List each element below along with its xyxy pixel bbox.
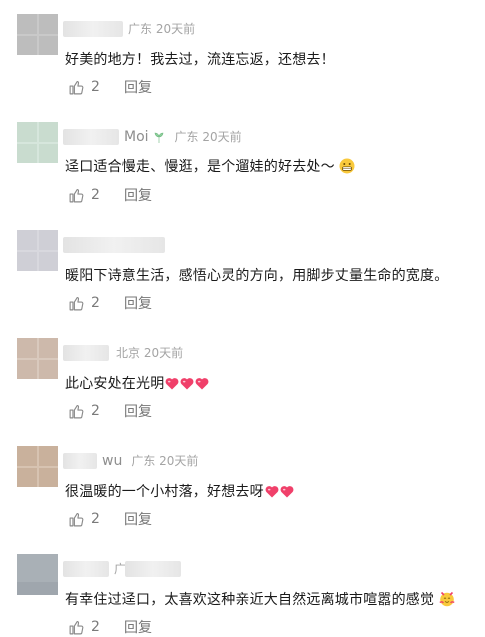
avatar[interactable]	[17, 338, 58, 379]
hug-emoji-icon	[439, 591, 455, 607]
comment-header: wu 广东 20天前	[63, 452, 198, 469]
like-button[interactable]: 2	[68, 619, 124, 636]
comment-header: 广东 20天前	[63, 20, 195, 37]
avatar[interactable]	[17, 230, 58, 271]
like-count: 2	[91, 295, 100, 311]
comment-text-content: 此心安处在光明	[65, 376, 165, 392]
comment-actions: 2 回复	[68, 185, 152, 205]
like-button[interactable]: 2	[68, 403, 124, 420]
comment-header	[63, 236, 165, 253]
like-count: 2	[91, 619, 100, 635]
heart-emoji-icon	[280, 486, 294, 498]
comment-actions: 2 回复	[68, 617, 152, 637]
comment-text: 暖阳下诗意生活，感悟心灵的方向，用脚步丈量生命的宽度。	[65, 268, 449, 284]
avatar[interactable]	[17, 554, 58, 595]
avatar[interactable]	[17, 14, 58, 55]
meta-redacted	[125, 560, 182, 577]
avatar[interactable]	[17, 122, 58, 163]
comment-actions: 2 回复	[68, 293, 152, 313]
comment-text: 很温暖的一个小村落，好想去呀	[65, 481, 294, 501]
comment-actions: 2 回复	[68, 77, 152, 97]
reply-button[interactable]: 回复	[124, 509, 152, 529]
comment-text: 迳口适合慢走、慢逛，是个遛娃的好去处～	[65, 156, 355, 176]
username-redacted[interactable]	[63, 128, 119, 145]
thumbs-up-icon	[69, 296, 84, 310]
heart-emoji-icon	[265, 486, 279, 498]
thumbs-up-icon	[69, 404, 84, 418]
username-redacted[interactable]	[63, 344, 109, 361]
like-count: 2	[91, 511, 100, 527]
like-button[interactable]: 2	[68, 295, 124, 312]
heart-emoji-icon	[180, 378, 194, 390]
like-count: 2	[91, 187, 100, 203]
comment-text: 好美的地方！我去过，流连忘返，还想去！	[65, 52, 335, 68]
comment-text-content: 迳口适合慢走、慢逛，是个遛娃的好去处～	[65, 159, 335, 175]
thumbs-up-icon	[69, 80, 84, 94]
heart-emoji-icon	[195, 378, 209, 390]
avatar[interactable]	[17, 446, 58, 487]
thumbs-up-icon	[69, 620, 84, 634]
like-button[interactable]: 2	[68, 79, 124, 96]
reply-button[interactable]: 回复	[124, 617, 152, 637]
comment-actions: 2 回复	[68, 401, 152, 421]
comment-text-content: 有幸住过迳口，太喜欢这种亲近大自然远离城市喧嚣的感觉	[65, 592, 435, 608]
reply-button[interactable]: 回复	[124, 293, 152, 313]
username-redacted[interactable]	[63, 560, 109, 577]
comment-header: 广	[63, 560, 182, 577]
comment-header: Moi 广东 20天前	[63, 128, 242, 145]
comment-actions: 2 回复	[68, 509, 152, 529]
comment-text-content: 很温暖的一个小村落，好想去呀	[65, 484, 264, 500]
comment-meta: 广东 20天前	[128, 22, 196, 36]
username[interactable]: wu	[102, 453, 122, 469]
grin-emoji-icon	[339, 158, 355, 174]
comment-header: 北京 20天前	[63, 344, 183, 361]
thumbs-up-icon	[69, 188, 84, 202]
comment-text: 有幸住过迳口，太喜欢这种亲近大自然远离城市喧嚣的感觉	[65, 589, 455, 609]
like-count: 2	[91, 79, 100, 95]
like-count: 2	[91, 403, 100, 419]
sprout-icon	[154, 132, 163, 143]
comment-meta: 广东 20天前	[174, 130, 242, 144]
username-redacted[interactable]	[63, 236, 165, 253]
comment-meta: 北京 20天前	[116, 346, 184, 360]
username[interactable]: Moi	[124, 129, 149, 145]
username-redacted[interactable]	[63, 452, 97, 469]
comment-text: 此心安处在光明	[65, 373, 209, 393]
reply-button[interactable]: 回复	[124, 401, 152, 421]
reply-button[interactable]: 回复	[124, 185, 152, 205]
comment-meta: 广东 20天前	[131, 454, 199, 468]
thumbs-up-icon	[69, 512, 84, 526]
like-button[interactable]: 2	[68, 511, 124, 528]
like-button[interactable]: 2	[68, 187, 124, 204]
heart-emoji-icon	[165, 378, 179, 390]
username-redacted[interactable]	[63, 20, 123, 37]
reply-button[interactable]: 回复	[124, 77, 152, 97]
